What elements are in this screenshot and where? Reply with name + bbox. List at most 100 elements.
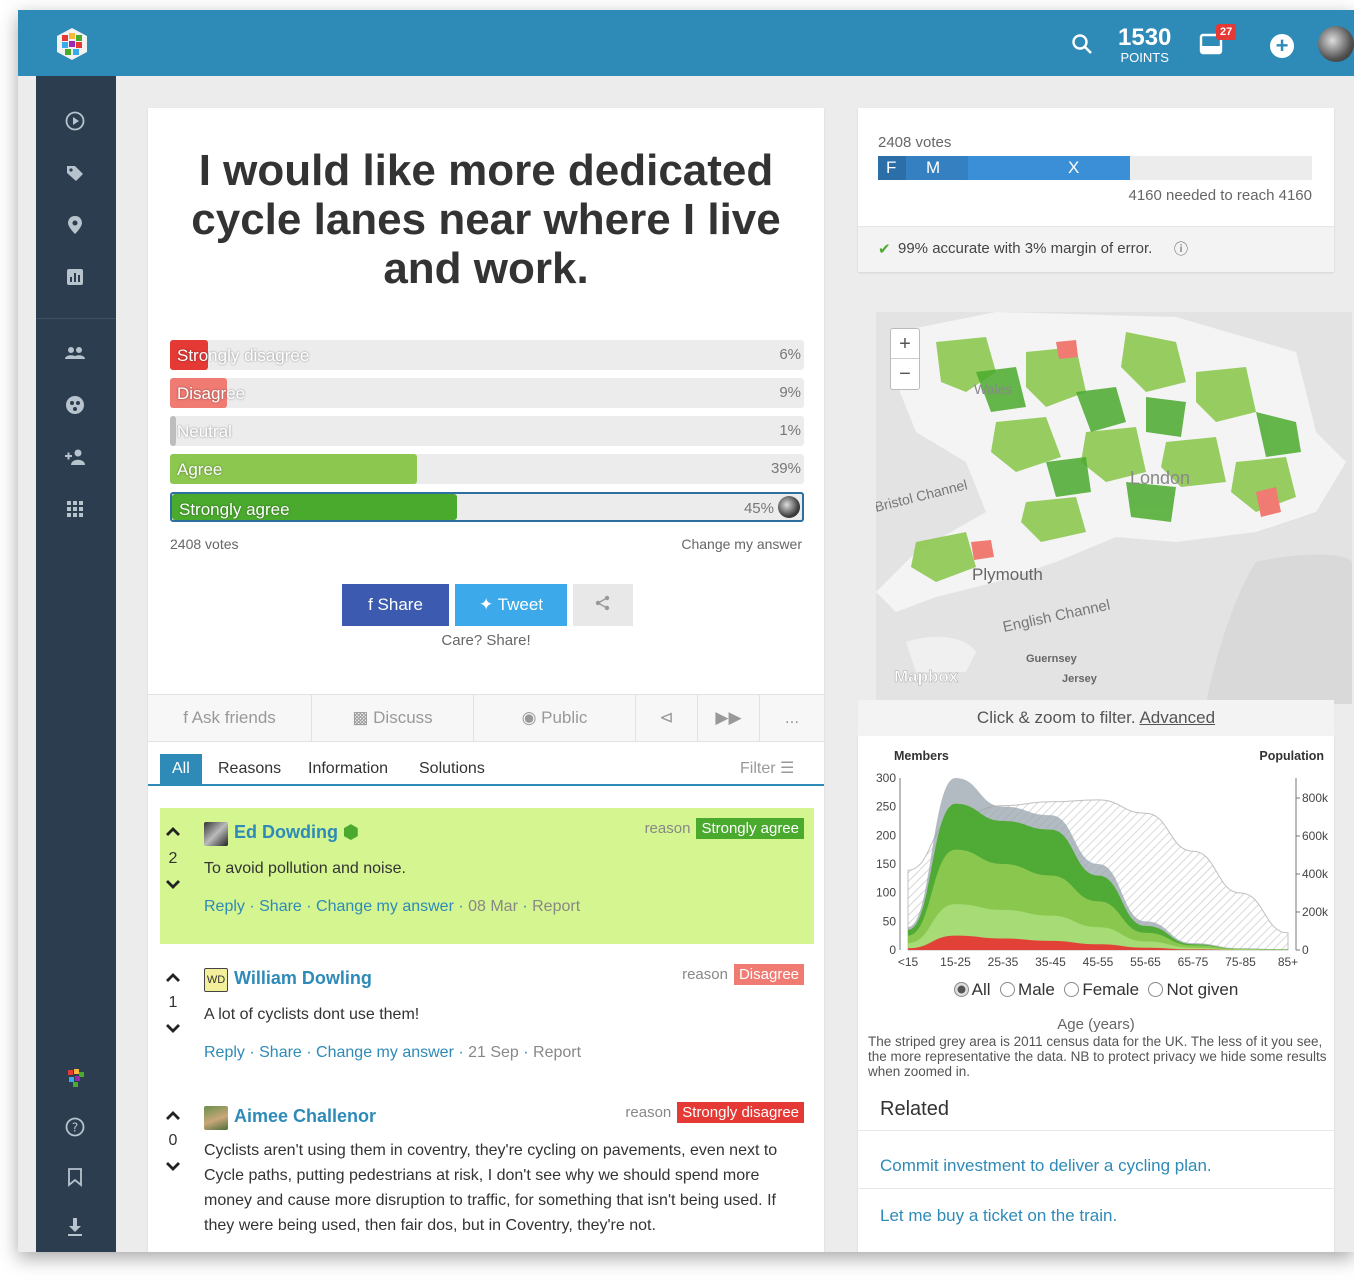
logo-icon[interactable] [54,26,90,62]
change-answer-link[interactable]: Change my answer [316,1044,454,1061]
more-share-button[interactable] [573,584,633,626]
mapbox-attribution[interactable]: Mapbox [894,667,959,687]
vote-stats-card: 2408 votes F M X 4160 needed to reach 41… [858,108,1334,272]
bookmark-icon[interactable] [64,1166,86,1188]
map-label-guernsey: Guernsey [1026,653,1078,665]
answer-option[interactable]: Neutral 1% [170,416,804,446]
left-tick-label: 50 [883,914,897,928]
answer-label: Agree [177,460,223,479]
vote-score: 2 [168,850,178,867]
ask-friends-button[interactable]: f Ask friends [148,695,312,741]
commenter-avatar[interactable] [204,1106,228,1130]
map[interactable]: Wales Bristol Channel London Plymouth En… [876,312,1352,704]
filter-icon: ☰ [780,760,795,777]
share-action-button[interactable]: ⊲ [636,695,698,741]
filter-not-given-label: Not given [1166,980,1239,999]
x-tick-label: 15-25 [940,955,971,969]
public-button[interactable]: ◉ Public [474,695,636,741]
forward-button[interactable]: ▶▶ [698,695,760,741]
report-link[interactable]: Report [532,898,580,915]
filter-all[interactable]: All [953,980,991,999]
globe-icon[interactable] [64,394,86,416]
related-link-text[interactable]: Let me buy a ticket on the train. [880,1206,1117,1225]
brand-logo-icon[interactable] [64,1066,86,1088]
left-axis-title: Members [894,749,949,763]
share-link[interactable]: Share [259,898,302,915]
upvote-icon[interactable] [164,1108,182,1122]
tweet-button[interactable]: ✦ Tweet [455,584,567,626]
answer-option[interactable]: Strongly agree 45% [170,492,804,522]
related-link-text[interactable]: Commit investment to deliver a cycling p… [880,1156,1212,1175]
filter-button[interactable]: Filter ☰ [740,754,794,784]
download-icon[interactable] [64,1216,86,1238]
related-link[interactable]: Let me buy a ticket on the train. [880,1206,1117,1226]
zoom-out-button[interactable]: − [891,359,919,389]
zoom-in-button[interactable]: + [891,329,919,359]
tag-type: reason [682,966,728,983]
discuss-button[interactable]: ▩ Discuss [312,695,474,741]
downvote-icon[interactable] [164,1022,182,1036]
stats-votes: 2408 votes [878,134,952,151]
tab-information[interactable]: Information [308,754,388,784]
related-link[interactable]: Commit investment to deliver a cycling p… [880,1156,1212,1176]
commenter-name[interactable]: Ed Dowding ⬢ [234,822,359,843]
change-answer-link[interactable]: Change my answer [681,536,802,552]
tab-all[interactable]: All [160,754,202,784]
comment-item: 2 Ed Dowding ⬢ reason Strongly agree To a… [160,808,814,944]
upvote-icon[interactable] [164,970,182,984]
facebook-share-button[interactable]: f Share [342,584,449,626]
care-share-text: Care? Share! [441,632,531,649]
tab-solutions[interactable]: Solutions [419,754,485,784]
create-button[interactable]: + [1270,34,1294,58]
commenter-name[interactable]: William Dowling [234,968,372,989]
total-votes: 2408 votes [170,536,239,552]
report-link[interactable]: Report [533,1044,581,1061]
answer-option[interactable]: Agree 39% [170,454,804,484]
user-avatar[interactable] [1318,26,1354,62]
points-label: POINTS [1120,50,1169,65]
downvote-icon[interactable] [164,878,182,892]
people-icon[interactable] [64,342,86,364]
comment-item: 0 Aimee Challenor reason Strongly disagre… [160,1094,814,1244]
upvote-icon[interactable] [164,824,182,838]
commenter-avatar[interactable] [204,822,228,846]
reply-link[interactable]: Reply [204,1044,245,1061]
filter-female[interactable]: Female [1064,980,1139,999]
chart-icon[interactable] [64,266,86,288]
share-link[interactable]: Share [259,1044,302,1061]
answer-option[interactable]: Disagree 9% [170,378,804,408]
change-answer-link[interactable]: Change my answer [316,898,454,915]
answer-option[interactable]: Strongly disagree 6% [170,340,804,370]
left-tick-label: 0 [889,943,896,957]
related-title: Related [880,1098,949,1120]
radio-male-icon [1000,982,1016,997]
reply-link[interactable]: Reply [204,898,245,915]
points-counter[interactable]: 1530 POINTS [1118,26,1171,65]
add-user-icon[interactable] [64,446,86,468]
search-icon[interactable] [1070,32,1094,56]
discuss-label: Discuss [373,708,433,727]
advanced-link[interactable]: Advanced [1139,708,1215,727]
more-button[interactable]: ... [760,695,824,741]
x-tick-label: 85+ [1278,955,1298,969]
right-tick-label: 600k [1302,829,1329,843]
x-tick-label: 25-35 [988,955,1019,969]
notification-badge: 27 [1216,24,1237,40]
map-pin-icon[interactable] [64,214,86,236]
apps-icon[interactable] [64,498,86,520]
play-icon[interactable] [64,110,86,132]
left-tick-label: 250 [876,800,896,814]
filter-male-label: Male [1018,980,1055,999]
downvote-icon[interactable] [164,1160,182,1174]
help-icon[interactable]: ? [64,1116,86,1138]
tag-type: reason [644,820,691,837]
filter-not-given[interactable]: Not given [1148,980,1238,999]
tag-icon[interactable] [64,162,86,184]
filter-male[interactable]: Male [1000,980,1055,999]
commenter-name[interactable]: Aimee Challenor [234,1106,376,1127]
sidebar-divider [36,318,116,319]
info-icon[interactable]: ⓘ [1174,239,1188,259]
right-tick-label: 200k [1302,905,1329,919]
commenter-avatar[interactable]: WD [204,968,228,992]
tab-reasons[interactable]: Reasons [218,754,281,784]
